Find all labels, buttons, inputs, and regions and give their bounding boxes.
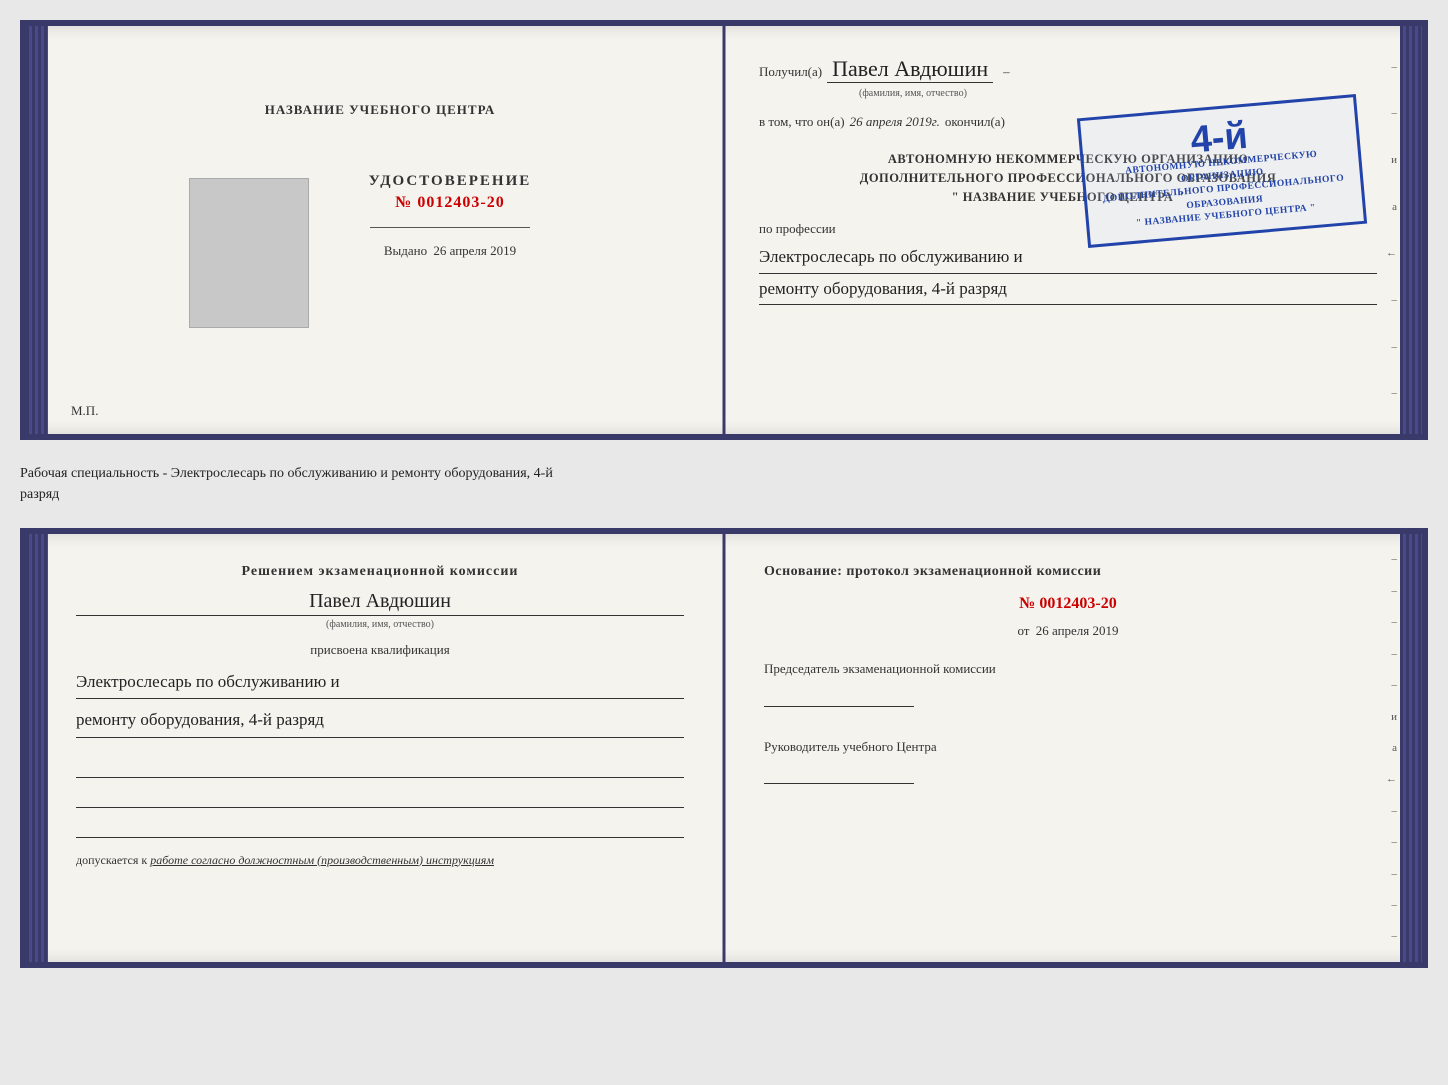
protocol-value: 0012403-20	[1039, 595, 1116, 612]
profession-line2: ремонту оборудования, 4-й разряд	[759, 274, 1377, 306]
prisvoena-label: присвоена квалификация	[76, 642, 684, 658]
predsedatel-label: Председатель экзаменационной комиссии	[764, 659, 1372, 679]
profession-block: по профессии Электрослесарь по обслужива…	[759, 221, 1377, 305]
edge-mark-5: ←	[1386, 247, 1397, 259]
photo-placeholder	[189, 178, 309, 328]
doc-number: № 0012403-20	[369, 194, 532, 212]
edge-mark-2: –	[1392, 107, 1398, 119]
number-prefix: №	[395, 194, 412, 211]
bot-edge-mark-1: –	[1392, 553, 1398, 565]
signature-lines	[76, 753, 684, 838]
profession-line1: Электрослесарь по обслуживанию и	[759, 242, 1377, 274]
fio-label-bottom: (фамилия, имя, отчество)	[76, 619, 684, 630]
resheniem-title: Решением экзаменационной комиссии	[76, 564, 684, 580]
vtom-date: 26 апреля 2019г.	[850, 114, 940, 130]
rukovoditel-sig-line	[764, 764, 914, 784]
received-name: Павел Авдюшин	[827, 56, 993, 83]
qual-line2: ремонту оборудования, 4-й разряд	[76, 704, 684, 737]
edge-mark-8: –	[1392, 387, 1398, 399]
top-doc-right-panel: 4-й АВТОНОМНУЮ НЕКОММЕРЧЕСКУЮ ОРГАНИЗАЦИ…	[724, 26, 1422, 434]
bottom-edge-marks: – – – – – и а ← – – – – –	[1386, 534, 1397, 962]
stamp-text-block: АВТОНОМНУЮ НЕКОММЕРЧЕСКУЮ ОРГАНИЗАЦИЮ ДО…	[1096, 146, 1351, 234]
dopuskaetsya-value: работе согласно должностным (производств…	[150, 853, 494, 867]
dopuskaetsya-block: допускается к работе согласно должностны…	[76, 853, 684, 868]
sig-line-2	[76, 783, 684, 808]
bot-edge-mark-7: а	[1392, 742, 1397, 754]
mp-label: М.П.	[71, 403, 98, 419]
bottom-doc-right-panel: Основание: протокол экзаменационной коми…	[724, 534, 1422, 962]
vtom-prefix: в том, что он(а)	[759, 114, 845, 130]
top-document: НАЗВАНИЕ УЧЕБНОГО ЦЕНТРА УДОСТОВЕРЕНИЕ №…	[20, 20, 1428, 440]
edge-mark-6: –	[1392, 294, 1398, 306]
between-line2: разряд	[20, 484, 1428, 505]
received-line: Получил(а) Павел Авдюшин –	[759, 56, 1377, 83]
bot-edge-mark-3: –	[1392, 616, 1398, 628]
udostoverenie-block: УДОСТОВЕРЕНИЕ № 0012403-20 Выдано 26 апр…	[369, 173, 532, 259]
between-line1: Рабочая специальность - Электрослесарь п…	[20, 463, 1428, 484]
between-text: Рабочая специальность - Электрослесарь п…	[20, 458, 1428, 510]
osnovanie-title: Основание: протокол экзаменационной коми…	[764, 564, 1372, 580]
vydano-date: 26 апреля 2019	[433, 243, 516, 258]
bot-edge-mark-4: –	[1392, 648, 1398, 660]
bottom-doc-left-panel: Решением экзаменационной комиссии Павел …	[26, 534, 724, 962]
bot-edge-mark-2: –	[1392, 585, 1398, 597]
stamp-big-number: 4-й	[1189, 116, 1249, 159]
rukovoditel-block: Руководитель учебного Центра	[764, 737, 1372, 785]
top-edge-marks: – – и а ← – – –	[1386, 26, 1397, 434]
dopuskaetsya-prefix: допускается к	[76, 853, 147, 867]
number-value: 0012403-20	[417, 194, 504, 211]
qual-line1: Электрослесарь по обслуживанию и	[76, 666, 684, 699]
protocol-number: № 0012403-20	[764, 595, 1372, 613]
stamp-overlay: 4-й АВТОНОМНУЮ НЕКОММЕРЧЕСКУЮ ОРГАНИЗАЦИ…	[1077, 94, 1367, 248]
top-doc-left-panel: НАЗВАНИЕ УЧЕБНОГО ЦЕНТРА УДОСТОВЕРЕНИЕ №…	[26, 26, 724, 434]
ot-date: 26 апреля 2019	[1036, 623, 1119, 638]
bottom-document: Решением экзаменационной комиссии Павел …	[20, 528, 1428, 968]
predsedatel-sig-line	[764, 687, 914, 707]
vydano-line: Выдано 26 апреля 2019	[369, 243, 532, 259]
edge-mark-1: –	[1392, 61, 1398, 73]
bot-edge-mark-10: –	[1392, 836, 1398, 848]
vydano-label: Выдано	[384, 243, 427, 258]
udostoverenie-title: УДОСТОВЕРЕНИЕ	[369, 173, 532, 190]
ot-line: от 26 апреля 2019	[764, 623, 1372, 639]
sig-line-3	[76, 813, 684, 838]
predsedatel-block: Председатель экзаменационной комиссии	[764, 659, 1372, 707]
bot-edge-mark-12: –	[1392, 899, 1398, 911]
ot-prefix: от	[1017, 623, 1029, 638]
top-center-title: НАЗВАНИЕ УЧЕБНОГО ЦЕНТРА	[265, 102, 496, 118]
person-name-bottom: Павел Авдюшин	[76, 590, 684, 616]
bot-edge-mark-13: –	[1392, 930, 1398, 942]
edge-mark-4: а	[1392, 201, 1397, 213]
bot-edge-mark-5: –	[1392, 679, 1398, 691]
edge-mark-7: –	[1392, 341, 1398, 353]
bot-edge-mark-9: –	[1392, 805, 1398, 817]
okonchil-label: окончил(а)	[945, 114, 1005, 130]
bot-edge-mark-8: ←	[1386, 773, 1397, 785]
protocol-prefix: №	[1019, 595, 1035, 612]
received-prefix: Получил(а)	[759, 64, 822, 80]
edge-mark-3: и	[1391, 154, 1397, 166]
fio-label-top: (фамилия, имя, отчество)	[859, 88, 1377, 99]
sig-line-1	[76, 753, 684, 778]
bot-edge-mark-11: –	[1392, 868, 1398, 880]
rukovoditel-label: Руководитель учебного Центра	[764, 737, 1372, 757]
bot-edge-mark-6: и	[1391, 711, 1397, 723]
